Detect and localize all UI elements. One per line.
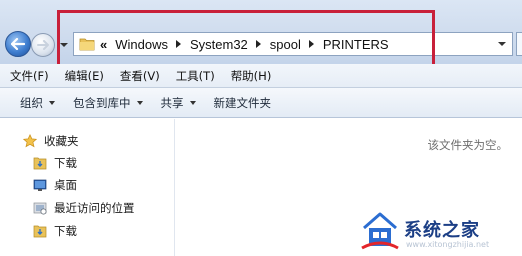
- menu-tools[interactable]: 工具(T): [176, 68, 215, 84]
- watermark-brand: 系统之家: [404, 220, 480, 241]
- back-arrow-icon: [11, 38, 25, 50]
- forward-button[interactable]: [31, 33, 55, 57]
- breadcrumb-system32[interactable]: System32: [190, 37, 248, 52]
- recent-pages-dropdown[interactable]: [60, 43, 68, 47]
- new-folder-button[interactable]: 新建文件夹: [214, 95, 272, 111]
- chevron-down-icon: [189, 100, 196, 105]
- back-button[interactable]: [5, 31, 31, 57]
- include-in-library-button[interactable]: 包含到库中: [73, 95, 143, 111]
- breadcrumb: « Windows System32 spool PRINTERS: [100, 33, 389, 55]
- forward-arrow-icon: [37, 40, 49, 50]
- breadcrumb-printers[interactable]: PRINTERS: [323, 37, 389, 52]
- nav-item-downloads[interactable]: 下载: [32, 155, 77, 171]
- menu-help[interactable]: 帮助(H): [231, 68, 272, 84]
- breadcrumb-overflow[interactable]: «: [100, 37, 107, 52]
- address-bar[interactable]: « Windows System32 spool PRINTERS: [73, 32, 513, 56]
- share-label: 共享: [160, 95, 184, 110]
- folder-icon: [79, 38, 95, 51]
- nav-item-recent-places[interactable]: 最近访问的位置: [32, 200, 135, 216]
- recent-places-icon: [32, 200, 48, 216]
- nav-item-downloads-2[interactable]: 下载: [32, 223, 77, 239]
- breadcrumb-separator-icon[interactable]: [175, 40, 181, 48]
- navigation-pane: 收藏夹 下载 桌面 最近访问的位置 下载: [0, 119, 175, 256]
- breadcrumb-separator-icon[interactable]: [255, 40, 261, 48]
- menu-edit[interactable]: 编辑(E): [65, 68, 104, 84]
- house-logo-icon: [361, 212, 399, 250]
- watermark-url: www.xitongzhijia.net: [406, 240, 490, 249]
- organize-label: 组织: [20, 95, 43, 110]
- nav-item-label: 最近访问的位置: [54, 201, 135, 215]
- nav-item-label: 收藏夹: [44, 134, 79, 148]
- nav-item-label: 下载: [54, 156, 77, 170]
- refresh-button[interactable]: [516, 32, 522, 56]
- breadcrumb-spool[interactable]: spool: [270, 37, 301, 52]
- menu-view[interactable]: 查看(V): [120, 68, 160, 84]
- chevron-down-icon: [136, 100, 143, 105]
- new-folder-label: 新建文件夹: [213, 95, 272, 110]
- breadcrumb-separator-icon[interactable]: [308, 40, 314, 48]
- empty-folder-message: 该文件夹为空。: [427, 138, 509, 152]
- nav-item-label: 桌面: [54, 178, 77, 192]
- include-in-library-label: 包含到库中: [73, 95, 131, 110]
- organize-button[interactable]: 组织: [20, 95, 55, 111]
- chevron-down-icon[interactable]: [498, 42, 506, 46]
- nav-item-desktop[interactable]: 桌面: [32, 177, 77, 193]
- menu-file[interactable]: 文件(F): [10, 68, 49, 84]
- star-icon: [22, 133, 38, 149]
- menu-bar: 文件(F) 编辑(E) 查看(V) 工具(T) 帮助(H): [0, 64, 522, 88]
- watermark: 系统之家 www.xitongzhijia.net: [356, 206, 522, 256]
- share-button[interactable]: 共享: [161, 95, 196, 111]
- downloads-folder-icon: [32, 155, 48, 171]
- navigation-bar: « Windows System32 spool PRINTERS: [0, 0, 522, 64]
- chevron-down-icon: [49, 100, 55, 105]
- downloads-folder-icon: [32, 223, 48, 239]
- nav-item-label: 下载: [54, 224, 77, 238]
- command-bar: 组织 包含到库中 共享 新建文件夹: [0, 88, 522, 118]
- desktop-icon: [32, 177, 48, 193]
- breadcrumb-windows[interactable]: Windows: [115, 37, 168, 52]
- nav-item-favorites[interactable]: 收藏夹: [22, 133, 79, 149]
